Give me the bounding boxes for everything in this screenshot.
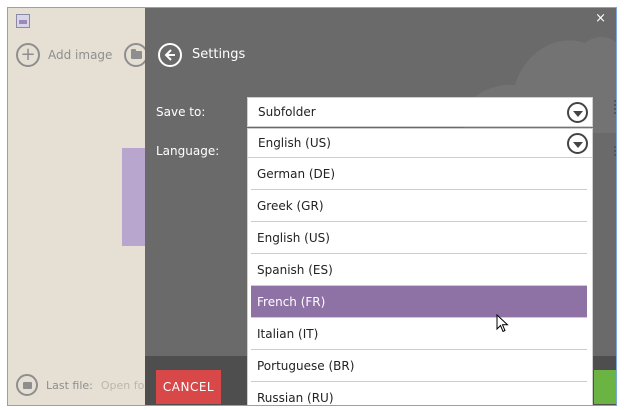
save-to-select[interactable]: Subfolder: [247, 97, 593, 127]
folder-icon: [22, 381, 32, 389]
save-button[interactable]: [594, 370, 616, 404]
settings-title: Settings: [192, 47, 246, 62]
arrow-left-icon: [164, 49, 175, 61]
resize-grip: [614, 100, 616, 114]
bg-footer: Last file: Open fo: [16, 374, 144, 396]
language-option[interactable]: Italian (IT): [251, 318, 587, 350]
cancel-button[interactable]: CANCEL: [156, 370, 221, 404]
bg-toolbar: + Add image: [16, 43, 112, 67]
language-dropdown: German (DE) Greek (GR) English (US) Span…: [247, 158, 593, 405]
app-logo-icon: [16, 14, 30, 28]
mouse-pointer-icon: [496, 314, 509, 333]
add-image-button[interactable]: +: [16, 43, 40, 67]
chevron-down-icon[interactable]: [567, 133, 588, 154]
add-image-label[interactable]: Add image: [48, 48, 112, 62]
chevron-down-icon[interactable]: [567, 102, 588, 123]
open-folder-link[interactable]: Open fo: [101, 379, 144, 392]
language-option-highlighted[interactable]: French (FR): [251, 286, 587, 318]
language-select[interactable]: English (US): [247, 128, 593, 158]
last-file-label: Last file:: [46, 378, 93, 392]
close-icon[interactable]: ×: [595, 11, 606, 26]
save-to-value: Subfolder: [258, 105, 316, 119]
language-option[interactable]: English (US): [251, 222, 587, 254]
language-option[interactable]: Russian (RU): [251, 382, 587, 405]
language-option[interactable]: Portuguese (BR): [251, 350, 587, 382]
resize-grip: [614, 146, 616, 156]
language-option[interactable]: German (DE): [251, 158, 587, 190]
language-label: Language:: [156, 144, 220, 158]
save-to-label: Save to:: [156, 105, 206, 119]
back-button[interactable]: [158, 43, 182, 67]
plus-icon: +: [20, 44, 36, 65]
language-option[interactable]: Spanish (ES): [251, 254, 587, 286]
language-value: English (US): [258, 136, 331, 150]
app-window: + Add image Last file: Open fo × Setting…: [7, 7, 617, 406]
folder-icon: [130, 49, 142, 59]
settings-panel: × Settings Save to: Subfolder Language: …: [145, 8, 616, 405]
last-file-button[interactable]: [16, 374, 38, 396]
language-option[interactable]: Greek (GR): [251, 190, 587, 222]
